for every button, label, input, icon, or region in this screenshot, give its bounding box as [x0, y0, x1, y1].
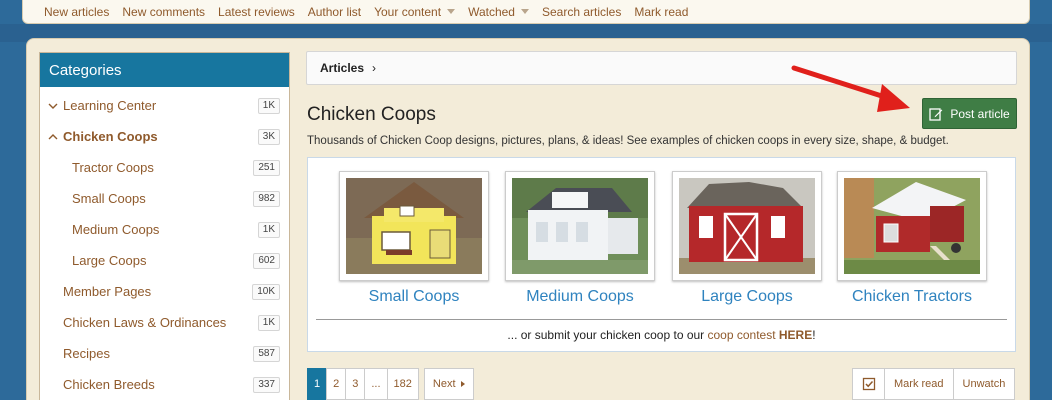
nav-label: New articles — [44, 4, 110, 19]
showcase-divider — [316, 319, 1007, 320]
category-chicken-coops[interactable]: Chicken Coops 3K — [40, 121, 289, 152]
nav-label: Search articles — [541, 4, 622, 19]
nav-label: Latest reviews — [218, 4, 295, 19]
category-label: Learning Center — [63, 98, 157, 113]
nav-label: Your content — [374, 4, 442, 19]
coop-contest-link[interactable]: coop contest — [708, 328, 776, 342]
nav-latest-reviews[interactable]: Latest reviews — [218, 5, 295, 19]
page-3-button[interactable]: 3 — [345, 368, 366, 400]
coop-showcase: Small Coops Medium Coops Large Coops Chi… — [307, 157, 1016, 352]
page-182-button[interactable]: 182 — [386, 368, 419, 400]
category-label: Chicken Coops — [63, 129, 158, 144]
category-chicken-laws[interactable]: Chicken Laws & Ordinances 1K — [40, 307, 289, 338]
contest-line: ... or submit your chicken coop to our c… — [308, 328, 1015, 342]
top-nav: New articles New comments Latest reviews… — [22, 0, 1030, 24]
nav-label: Mark read — [634, 4, 689, 19]
category-list: Learning Center 1K Chicken Coops 3K Trac… — [40, 87, 289, 400]
nav-search-articles[interactable]: Search articles — [542, 5, 621, 19]
caret-down-icon — [520, 9, 529, 14]
category-label: Chicken Breeds — [63, 377, 155, 392]
category-count: 3K — [257, 128, 280, 145]
contest-here-link[interactable]: HERE — [779, 328, 812, 342]
category-count: 982 — [253, 190, 280, 207]
pagination: 1 2 3 ... 182 Next — [307, 368, 474, 400]
page-actions: Mark read Unwatch — [852, 368, 1016, 400]
category-label: Chicken Laws & Ordinances — [63, 315, 227, 330]
category-small-coops[interactable]: Small Coops 982 — [40, 183, 289, 214]
breadcrumb-separator-icon: › — [372, 61, 377, 75]
contest-prefix: ... or submit your chicken coop to our — [507, 328, 708, 342]
category-label: Member Pages — [63, 284, 152, 299]
page-title: Chicken Coops — [307, 104, 436, 125]
caret-right-icon — [460, 381, 465, 387]
unwatch-button[interactable]: Unwatch — [952, 368, 1016, 400]
nav-new-comments[interactable]: New comments — [122, 5, 205, 19]
medium-coops-link[interactable]: Medium Coops — [505, 288, 655, 306]
category-count: 1K — [257, 221, 280, 238]
categories-sidebar: Categories Learning Center 1K Chicken Co… — [39, 52, 290, 400]
category-count: 1K — [257, 314, 280, 331]
post-article-label: Post article — [950, 106, 1010, 121]
category-label: Tractor Coops — [72, 160, 154, 175]
large-coops-link[interactable]: Large Coops — [672, 288, 822, 306]
small-coops-link[interactable]: Small Coops — [339, 288, 489, 306]
category-count: 587 — [253, 345, 280, 362]
post-article-button[interactable]: Post article — [922, 98, 1017, 129]
caret-down-icon — [447, 9, 456, 14]
edit-icon — [929, 107, 943, 121]
category-count: 251 — [253, 159, 280, 176]
category-learning-center[interactable]: Learning Center 1K — [40, 90, 289, 121]
category-chicken-breeds[interactable]: Chicken Breeds 337 — [40, 369, 289, 400]
red-tractor-coop-photo-icon — [844, 178, 980, 274]
yellow-coop-photo-icon — [346, 178, 482, 274]
checkbox-icon — [862, 377, 875, 391]
small-coops-image[interactable] — [339, 171, 489, 281]
chevron-up-icon[interactable] — [45, 132, 61, 142]
nav-label: New comments — [122, 4, 206, 19]
nav-your-content[interactable]: Your content — [374, 4, 456, 19]
category-count: 1K — [257, 97, 280, 114]
breadcrumb-articles-link[interactable]: Articles — [320, 61, 364, 75]
nav-mark-read[interactable]: Mark read — [634, 5, 688, 19]
red-arrow-annotation-icon — [791, 65, 910, 112]
nav-new-articles[interactable]: New articles — [44, 5, 109, 19]
nav-author-list[interactable]: Author list — [308, 5, 361, 19]
category-medium-coops[interactable]: Medium Coops 1K — [40, 214, 289, 245]
page-description: Thousands of Chicken Coop designs, pictu… — [307, 135, 949, 147]
page-1-button[interactable]: 1 — [307, 368, 328, 400]
chicken-tractors-image[interactable] — [837, 171, 987, 281]
chevron-down-icon[interactable] — [45, 101, 61, 111]
category-count: 602 — [253, 252, 280, 269]
category-label: Large Coops — [72, 253, 147, 268]
white-coop-photo-icon — [512, 178, 648, 274]
category-large-coops[interactable]: Large Coops 602 — [40, 245, 289, 276]
page-2-button[interactable]: 2 — [326, 368, 347, 400]
category-count: 10K — [252, 283, 280, 300]
mark-read-button[interactable]: Mark read — [884, 368, 954, 400]
category-label: Medium Coops — [72, 222, 160, 237]
category-member-pages[interactable]: Member Pages 10K — [40, 276, 289, 307]
nav-label: Watched — [468, 4, 515, 19]
category-recipes[interactable]: Recipes 587 — [40, 338, 289, 369]
next-label: Next — [432, 378, 456, 390]
category-tractor-coops[interactable]: Tractor Coops 251 — [40, 152, 289, 183]
large-coops-image[interactable] — [672, 171, 822, 281]
next-page-button[interactable]: Next — [423, 368, 474, 400]
red-barn-coop-photo-icon — [679, 178, 815, 274]
contest-suffix: ! — [812, 328, 816, 342]
category-label: Recipes — [63, 346, 110, 361]
select-checkbox-button[interactable] — [852, 368, 885, 400]
nav-watched[interactable]: Watched — [468, 5, 529, 19]
chicken-tractors-link[interactable]: Chicken Tractors — [837, 288, 987, 306]
nav-label: Author list — [307, 4, 362, 19]
category-count: 337 — [253, 376, 280, 393]
medium-coops-image[interactable] — [505, 171, 655, 281]
sidebar-title: Categories — [40, 53, 289, 87]
page-ellipsis-button[interactable]: ... — [364, 368, 388, 400]
category-label: Small Coops — [72, 191, 146, 206]
